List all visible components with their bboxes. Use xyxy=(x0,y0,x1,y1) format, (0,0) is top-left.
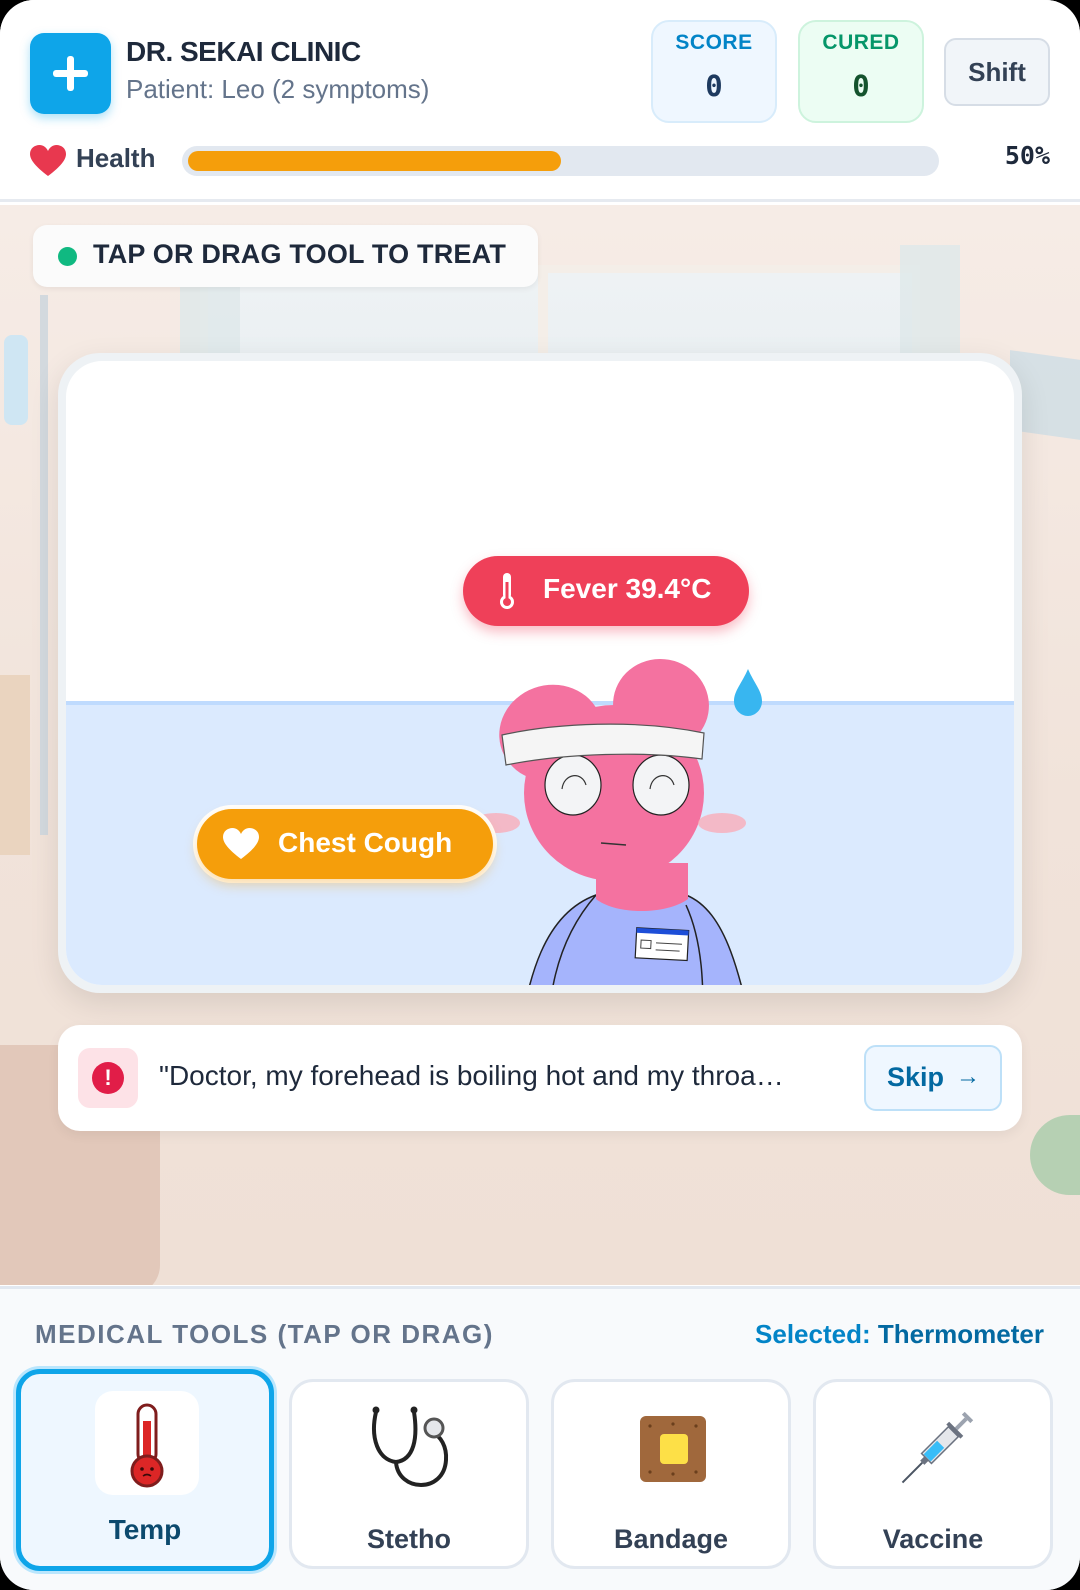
score-panel: SCORE 0 xyxy=(651,20,777,123)
patient-drop-zone[interactable]: EX E xyxy=(66,361,1014,985)
patient-character[interactable] xyxy=(476,643,786,985)
tool-bandage[interactable]: Bandage xyxy=(551,1379,791,1569)
status-dot-icon xyxy=(58,247,77,266)
health-bar-fill xyxy=(188,151,561,171)
medical-tools-tray: MEDICAL TOOLS (TAP OR DRAG) Selected: Th… xyxy=(0,1286,1080,1590)
alert-icon: ! xyxy=(78,1048,138,1108)
tool-icon-box xyxy=(883,1398,987,1502)
patient-info: Patient: Leo (2 symptoms) xyxy=(126,74,430,104)
selected-tool-name: Thermometer xyxy=(877,1319,1044,1349)
tool-label: Vaccine xyxy=(882,1524,984,1554)
bandage-icon xyxy=(640,1416,706,1482)
tool-icon-box xyxy=(622,1398,726,1502)
health-percent: 50% xyxy=(1004,141,1050,170)
game-screen: DR. SEKAI CLINIC Patient: Leo (2 symptom… xyxy=(0,0,1080,1590)
instruction-text: TAP OR DRAG TOOL TO TREAT xyxy=(93,239,507,269)
sweat-drop-icon xyxy=(734,669,762,716)
tool-icon-box xyxy=(358,1398,462,1502)
symptom-cough-badge[interactable]: Chest Cough xyxy=(197,809,493,879)
dialogue-text: "Doctor, my forehead is boiling hot and … xyxy=(159,1060,784,1091)
score-label: SCORE xyxy=(675,31,753,54)
shift-button[interactable]: Shift xyxy=(944,38,1050,106)
heart-icon xyxy=(30,145,66,176)
thermometer-icon xyxy=(130,1403,164,1488)
stethoscope-icon xyxy=(372,1406,449,1487)
instruction-hint: TAP OR DRAG TOOL TO TREAT xyxy=(33,225,538,287)
cured-panel: CURED 0 xyxy=(798,20,924,123)
background-iv-pole xyxy=(40,295,48,835)
header-bar: DR. SEKAI CLINIC Patient: Leo (2 symptom… xyxy=(0,0,1080,202)
skip-label: Skip xyxy=(887,1062,945,1092)
syringe-icon xyxy=(901,1411,974,1484)
patient-dialogue: ! "Doctor, my forehead is boiling hot an… xyxy=(58,1025,1022,1131)
tool-icon-box xyxy=(95,1391,199,1495)
tool-label: Stetho xyxy=(367,1524,451,1554)
selected-tool-indicator: Selected: Thermometer xyxy=(755,1319,1044,1350)
heart-icon xyxy=(223,828,259,859)
tool-vaccine[interactable]: Vaccine xyxy=(813,1379,1053,1569)
symptom-fever-badge[interactable]: Fever 39.4°C xyxy=(463,556,749,626)
exam-room-scene: TAP OR DRAG TOOL TO TREAT EX E xyxy=(0,205,1080,1285)
selected-prefix: Selected: xyxy=(755,1319,878,1349)
health-label: Health xyxy=(76,143,156,173)
cured-value: 0 xyxy=(852,69,870,103)
tool-label: Temp xyxy=(108,1514,182,1545)
symptom-fever-label: Fever 39.4°C xyxy=(543,573,712,604)
tool-stethoscope[interactable]: Stetho xyxy=(289,1379,529,1569)
skip-button[interactable]: Skip → xyxy=(864,1045,1002,1111)
arrow-right-icon: → xyxy=(956,1063,980,1090)
clinic-name: DR. SEKAI CLINIC xyxy=(126,36,361,67)
cured-label: CURED xyxy=(822,31,900,54)
thermometer-icon xyxy=(500,573,514,609)
background-plant xyxy=(1030,1115,1080,1195)
clinic-logo-plus-icon xyxy=(30,33,111,114)
tools-title: MEDICAL TOOLS (TAP OR DRAG) xyxy=(35,1319,494,1349)
background-shelf xyxy=(0,675,30,855)
health-bar xyxy=(182,146,939,176)
exam-area[interactable]: EX E xyxy=(58,353,1022,993)
score-value: 0 xyxy=(705,69,723,103)
tool-thermometer[interactable]: Temp xyxy=(16,1369,274,1571)
tool-label: Bandage xyxy=(613,1524,729,1554)
background-iv-bag xyxy=(4,335,28,425)
symptom-cough-label: Chest Cough xyxy=(278,827,453,858)
